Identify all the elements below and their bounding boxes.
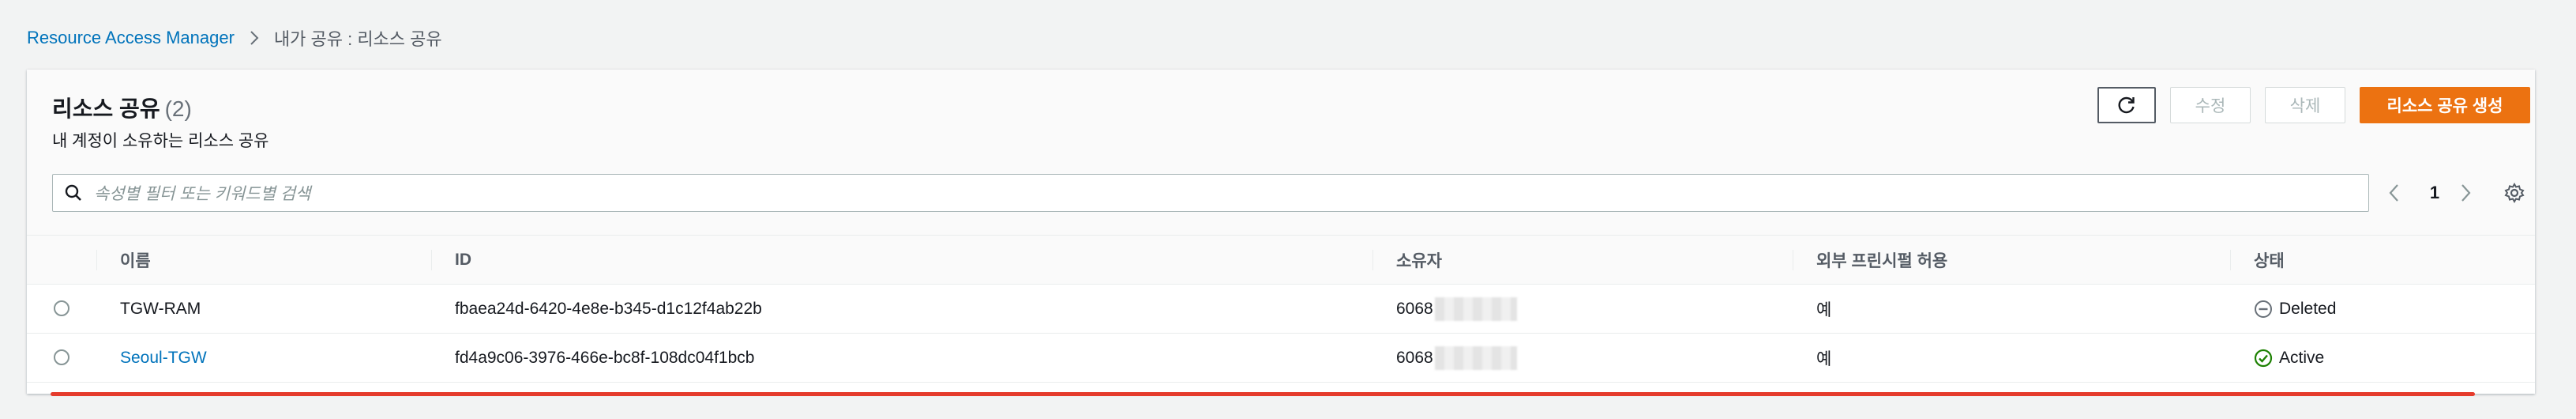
row-id: fd4a9c06-3976-466e-bc8f-108dc04f1bcb [455,349,755,367]
table-header: 이름 ID 소유자 외부 프린시펄 허용 상태 [27,236,2535,285]
column-header-external-principals[interactable]: 외부 프린시펄 허용 [1816,236,1947,285]
row-status: Active [2254,334,2324,383]
search-icon [64,183,83,202]
delete-button[interactable]: 삭제 [2265,87,2345,123]
refresh-icon [2116,95,2137,115]
row-owner: 6068 [1396,285,1517,334]
status-active-icon [2254,349,2273,368]
column-header-status[interactable]: 상태 [2254,236,2285,285]
edit-button[interactable]: 수정 [2170,87,2251,123]
breadcrumb-root-link[interactable]: Resource Access Manager [27,28,235,48]
row-owner-text: 6068 [1396,349,1433,367]
resource-shares-panel: 리소스 공유 (2) 내 계정이 소유하는 리소스 공유 수정 삭제 리소스 공유… [27,70,2535,394]
row-status-text: Deleted [2279,300,2337,318]
status-deleted-icon [2254,300,2273,319]
row-status: Deleted [2254,285,2336,334]
row-id: fbaea24d-6420-4e8e-b345-d1c12f4ab22b [455,300,762,318]
redacted-block [1434,346,1517,370]
panel-header: 리소스 공유 (2) 내 계정이 소유하는 리소스 공유 수정 삭제 리소스 공유… [27,70,2535,236]
search-placeholder: 속성별 필터 또는 키워드별 검색 [94,185,311,203]
chevron-right-icon [2459,183,2472,203]
column-header-id[interactable]: ID [455,236,471,285]
row-external: 예 [1816,301,1832,319]
chevron-right-icon [249,29,260,47]
column-divider [2230,250,2231,270]
refresh-button[interactable] [2097,87,2156,123]
search-input[interactable]: 속성별 필터 또는 키워드별 검색 [52,174,2369,212]
column-divider [1372,250,1373,270]
table-row[interactable]: TGW-RAM fbaea24d-6420-4e8e-b345-d1c12f4a… [27,285,2535,334]
row-name-link[interactable]: Seoul-TGW [120,334,207,383]
gear-icon [2503,182,2525,204]
row-select-radio[interactable] [54,300,69,316]
row-owner: 6068 [1396,334,1517,383]
breadcrumb: Resource Access Manager 내가 공유 : 리소스 공유 [27,24,442,52]
annotation-underline [51,392,2475,396]
page-number[interactable]: 1 [2423,174,2446,212]
table-row[interactable]: Seoul-TGW fd4a9c06-3976-466e-bc8f-108dc0… [27,334,2535,383]
previous-page-button[interactable] [2388,174,2401,212]
row-status-text: Active [2279,349,2325,367]
row-select-radio[interactable] [54,349,69,365]
page-title: 리소스 공유 (2) [52,92,192,123]
redacted-block [1434,297,1517,321]
preferences-button[interactable] [2503,174,2525,212]
column-header-owner[interactable]: 소유자 [1396,236,1442,285]
page-description: 내 계정이 소유하는 리소스 공유 [52,132,269,150]
item-count: (2) [164,96,192,121]
column-divider [431,250,432,270]
next-page-button[interactable] [2459,174,2472,212]
column-divider [96,250,97,270]
row-owner-text: 6068 [1396,300,1433,318]
row-external: 예 [1816,350,1832,368]
column-header-name[interactable]: 이름 [120,236,151,285]
page-title-text: 리소스 공유 [52,96,160,121]
chevron-left-icon [2388,183,2401,203]
create-resource-share-button[interactable]: 리소스 공유 생성 [2360,87,2530,123]
row-name: TGW-RAM [120,300,201,318]
breadcrumb-current: 내가 공유 : 리소스 공유 [273,29,442,49]
